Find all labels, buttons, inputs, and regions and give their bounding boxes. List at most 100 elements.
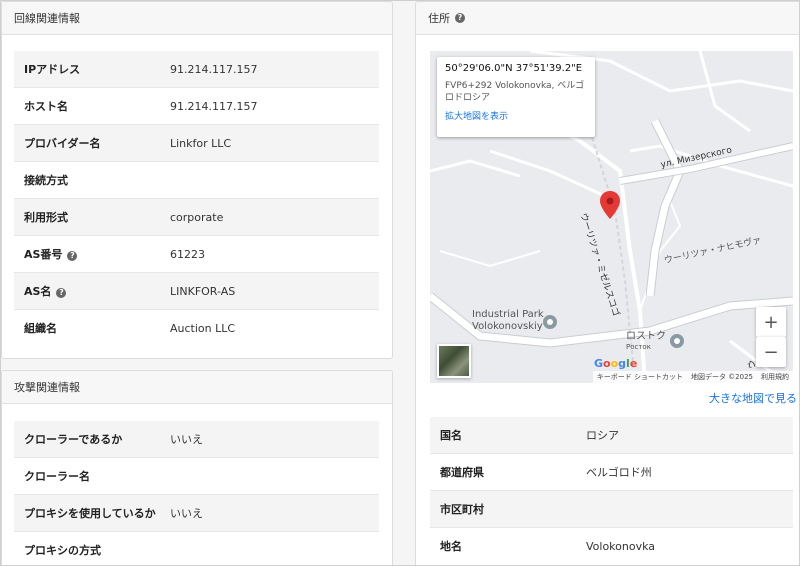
row-value: LINKFOR-AS: [169, 272, 379, 310]
row-key: 利用形式: [14, 198, 169, 236]
table-row: 地名 Volokonovka: [430, 527, 793, 564]
row-key: 地名: [430, 527, 585, 564]
row-key: 組織名: [14, 309, 169, 346]
table-row: クローラーであるか いいえ: [14, 421, 379, 458]
help-icon[interactable]: ?: [455, 13, 465, 23]
row-key: プロキシを使用しているか: [14, 494, 169, 532]
table-row: プロキシを使用しているか いいえ: [14, 494, 379, 532]
line-info-header: 回線関連情報: [2, 2, 392, 35]
table-row: 国名 ロシア: [430, 417, 793, 454]
row-value: [585, 490, 793, 528]
row-key: プロキシの方式: [14, 531, 169, 565]
table-row: AS番号? 61223: [14, 235, 379, 273]
map-coordinates: 50°29'06.0"N 37°51'39.2"E: [445, 63, 583, 74]
zoom-out-button[interactable]: −: [756, 337, 786, 367]
map-attribution: キーボード ショートカット 地図データ ©2025 利用規約: [592, 371, 793, 383]
row-value: いいえ: [169, 421, 379, 458]
row-value: [169, 457, 379, 495]
place-label-rostok-ru: Росток: [626, 343, 651, 351]
row-key: 接続方式: [14, 161, 169, 199]
row-key-label: 接続方式: [24, 174, 68, 187]
row-value: ベルゴロド州: [585, 453, 793, 491]
table-row: 組織名 Auction LLC: [14, 309, 379, 346]
place-label-industrial-line2: Volokonovskiy: [472, 321, 543, 332]
table-row: 利用形式 corporate: [14, 198, 379, 236]
map-info-card: 50°29'06.0"N 37°51'39.2"E FVP6+292 Volok…: [437, 57, 595, 137]
page-frame: 回線関連情報 IPアドレス 91.214.117.157 ホスト名 91.214.11…: [0, 0, 800, 566]
zoom-in-button[interactable]: +: [756, 307, 786, 337]
location-marker-icon[interactable]: [600, 191, 620, 219]
row-key-label: クローラー名: [24, 470, 90, 483]
table-row: 市区町村: [430, 490, 793, 528]
row-key: AS名?: [14, 272, 169, 310]
table-row: 都道府県 ベルゴロド州: [430, 453, 793, 491]
row-key-label: プロキシを使用しているか: [24, 507, 156, 520]
attack-info-header: 攻撃関連情報: [2, 371, 392, 404]
map-enlarge-link[interactable]: 拡大地図を表示: [445, 109, 587, 122]
row-key-label: AS番号: [24, 248, 63, 261]
place-label-industrial-line1: Industrial Park: [472, 309, 544, 320]
row-key-label: IPアドレス: [24, 63, 81, 76]
row-key: クローラーであるか: [14, 421, 169, 458]
row-value: corporate: [169, 198, 379, 236]
view-larger-map-link[interactable]: 大きな地図で見る: [709, 390, 797, 406]
row-key: 市区町村: [430, 490, 585, 528]
row-value: Volokonovka: [585, 527, 793, 564]
address-title: 住所: [428, 12, 450, 25]
row-key: クローラー名: [14, 457, 169, 495]
attack-info-table: クローラーであるか いいえ クローラー名 プロキシを使用しているか いいえ プロキシの方式: [14, 421, 379, 565]
address-header: 住所 ?: [416, 2, 799, 35]
keyboard-shortcut-link[interactable]: キーボード ショートカット: [597, 372, 683, 382]
row-key-label: 組織名: [24, 322, 57, 335]
row-key: プロバイダー名: [14, 124, 169, 162]
row-value: [169, 161, 379, 199]
row-key-label: 利用形式: [24, 211, 68, 224]
row-key-label: 都道府県: [440, 466, 484, 479]
help-icon[interactable]: ?: [67, 251, 78, 261]
table-row: IPアドレス 91.214.117.157: [14, 51, 379, 88]
row-value: 91.214.117.157: [169, 87, 379, 125]
row-value: Auction LLC: [169, 309, 379, 346]
line-info-table: IPアドレス 91.214.117.157 ホスト名 91.214.117.157 プロ…: [14, 51, 379, 346]
map-view[interactable]: ул. Мизерского ウーリツァ・ミゼルスコゴ ウーリツァ・ナヒモヴァ …: [430, 51, 793, 383]
row-value: 61223: [169, 235, 379, 273]
satellite-toggle-button[interactable]: [437, 344, 471, 378]
row-value: いいえ: [169, 494, 379, 532]
google-logo-letter: g: [618, 357, 627, 370]
address-table: 国名 ロシア都道府県 ベルゴロド州市区町村地名 Volokonovka: [430, 417, 793, 564]
line-info-panel: 回線関連情報 IPアドレス 91.214.117.157 ホスト名 91.214.11…: [1, 1, 393, 359]
line-info-title: 回線関連情報: [14, 12, 80, 25]
place-label-industrial-park: Industrial Park Volokonovskiy: [472, 309, 544, 333]
row-value: 91.214.117.157: [169, 51, 379, 88]
row-key-label: プロバイダー名: [24, 137, 101, 150]
row-key: 都道府県: [430, 453, 585, 491]
table-row: プロバイダー名 Linkfor LLC: [14, 124, 379, 162]
row-value: [169, 531, 379, 565]
row-key: IPアドレス: [14, 51, 169, 88]
terms-link[interactable]: 利用規約: [761, 372, 789, 382]
google-logo-letter: o: [603, 357, 611, 370]
attack-info-title: 攻撃関連情報: [14, 381, 80, 394]
row-key-label: 地名: [440, 540, 462, 553]
table-row: AS名? LINKFOR-AS: [14, 272, 379, 310]
table-row: ホスト名 91.214.117.157: [14, 87, 379, 125]
help-icon[interactable]: ?: [56, 288, 67, 298]
place-label-rostok-jp: ロストク: [626, 331, 666, 342]
row-key-label: 市区町村: [440, 503, 484, 516]
map-data-credit: 地図データ ©2025: [690, 373, 753, 381]
row-key-label: クローラーであるか: [24, 433, 123, 446]
row-key: 国名: [430, 417, 585, 454]
row-key-label: プロキシの方式: [24, 544, 101, 557]
row-key-label: ホスト名: [24, 100, 68, 113]
row-key-label: 国名: [440, 429, 462, 442]
table-row: プロキシの方式: [14, 531, 379, 565]
google-logo-letter: G: [594, 357, 604, 370]
table-row: クローラー名: [14, 457, 379, 495]
row-key: ホスト名: [14, 87, 169, 125]
attack-info-panel: 攻撃関連情報 クローラーであるか いいえ クローラー名 プロキシを使用しているか いいえ…: [1, 370, 393, 565]
google-logo-letter: e: [629, 357, 638, 370]
table-row: 接続方式: [14, 161, 379, 199]
map-plus-code: FVP6+292 Volokonovka, ベルゴロドロシア: [445, 81, 585, 103]
row-key-label: AS名: [24, 285, 52, 298]
row-value: Linkfor LLC: [169, 124, 379, 162]
